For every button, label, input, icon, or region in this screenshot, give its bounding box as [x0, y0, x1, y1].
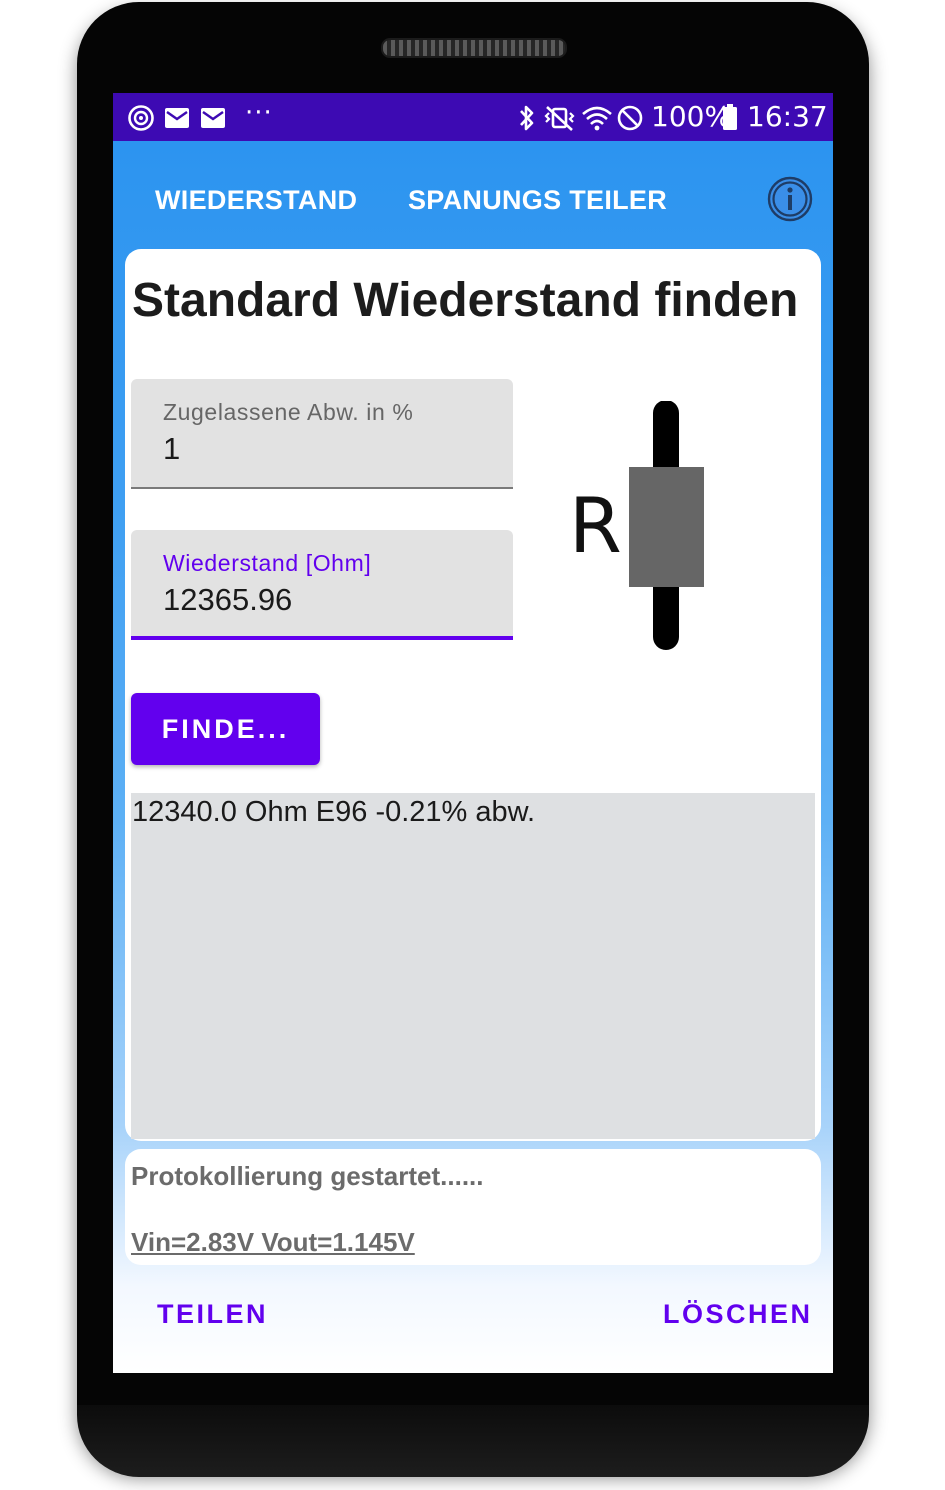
- vibrate-icon: [544, 106, 575, 131]
- tolerance-input[interactable]: 1: [163, 431, 180, 467]
- resistance-input[interactable]: 12365.96: [163, 582, 292, 618]
- share-button[interactable]: TEILEN: [157, 1299, 268, 1330]
- tab-wiederstand[interactable]: WIEDERSTAND: [155, 185, 357, 216]
- bluetooth-icon: [520, 105, 534, 131]
- speaker-grille: [381, 38, 567, 58]
- log-line: Protokollierung gestartet......: [131, 1161, 484, 1191]
- resistance-label: Wiederstand [Ohm]: [163, 550, 372, 576]
- battery-icon: [723, 104, 737, 130]
- result-box: 12340.0 Ohm E96 -0.21% abw.: [131, 793, 815, 1139]
- log-link[interactable]: Vin=2.83V Vout=1.145V: [131, 1227, 415, 1258]
- more-notifications: ···: [245, 98, 273, 128]
- mail-icon: [165, 108, 189, 128]
- result-text: 12340.0 Ohm E96 -0.21% abw.: [132, 796, 536, 828]
- log-card: Protokollierung gestartet...... Vin=2.83…: [125, 1149, 821, 1265]
- resistor-icon: [629, 401, 704, 650]
- do-not-disturb-icon: [617, 105, 643, 131]
- tolerance-field[interactable]: Zugelassene Abw. in % 1: [131, 379, 513, 489]
- resistance-field[interactable]: Wiederstand [Ohm] 12365.96: [131, 530, 513, 640]
- status-bar: ··· 100% 16:37: [113, 93, 833, 141]
- resistor-symbol: R: [565, 401, 715, 651]
- battery-percent: 100%: [651, 100, 732, 133]
- find-button[interactable]: FINDE...: [131, 693, 320, 765]
- page-title: Standard Wiederstand finden: [132, 274, 799, 327]
- resistor-finder-card: Standard Wiederstand finden Zugelassene …: [125, 249, 821, 1141]
- clock: 16:37: [747, 100, 828, 133]
- target-icon: [128, 105, 154, 131]
- mail-icon: [201, 108, 225, 128]
- tolerance-label: Zugelassene Abw. in %: [163, 399, 414, 425]
- phone-chin: [77, 1405, 869, 1477]
- wifi-icon: [582, 106, 612, 131]
- info-icon[interactable]: [767, 176, 813, 222]
- clear-button[interactable]: LÖSCHEN: [663, 1299, 813, 1330]
- tab-spanungs-teiler[interactable]: SPANUNGS TEILER: [408, 185, 667, 216]
- resistance-underline: [131, 636, 513, 640]
- screen: ··· 100% 16:37 WIEDERSTAND SPANUNGS TEIL…: [113, 93, 833, 1373]
- app-body: WIEDERSTAND SPANUNGS TEILER Standard Wie…: [113, 141, 833, 1373]
- tolerance-underline: [131, 487, 513, 489]
